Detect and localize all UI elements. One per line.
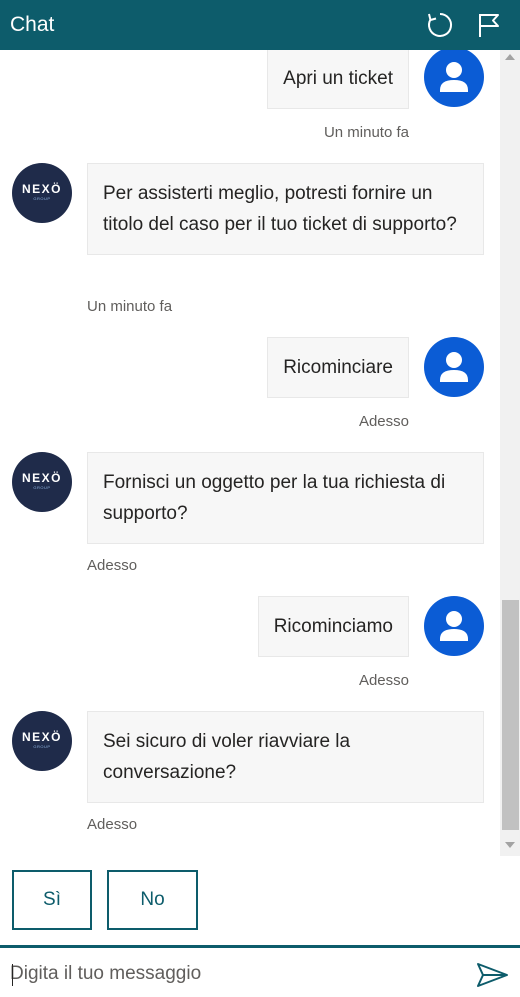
user-avatar bbox=[424, 596, 484, 656]
message-timestamp: Un minuto fa bbox=[323, 124, 409, 141]
message-timestamp: Adesso bbox=[87, 557, 138, 574]
bot-avatar-logo: NEXÖ bbox=[21, 471, 62, 485]
bot-avatar-sub: GROUP bbox=[33, 196, 51, 201]
bot-avatar: NEXÖ GROUP bbox=[12, 452, 72, 512]
scroll-up-arrow[interactable] bbox=[505, 54, 515, 60]
chat-transcript[interactable]: Apri un ticket Un minuto fa NEXÖ GROUP P… bbox=[0, 50, 500, 856]
refresh-icon[interactable] bbox=[424, 9, 456, 41]
scrollbar-thumb[interactable] bbox=[502, 600, 519, 830]
bot-message-bubble: Per assisterti meglio, potresti fornire … bbox=[87, 163, 484, 255]
person-icon bbox=[440, 352, 468, 382]
bot-avatar-logo: NEXÖ bbox=[21, 730, 62, 744]
person-icon bbox=[440, 62, 468, 92]
flag-icon[interactable] bbox=[473, 9, 505, 41]
person-icon bbox=[440, 611, 468, 641]
bot-avatar-sub: GROUP bbox=[33, 485, 51, 490]
bot-avatar-sub: GROUP bbox=[33, 744, 51, 749]
bot-avatar: NEXÖ GROUP bbox=[12, 163, 72, 223]
chat-title: Chat bbox=[10, 13, 55, 36]
bot-message-bubble: Fornisci un oggetto per la tua richiesta… bbox=[87, 452, 484, 544]
scroll-down-arrow[interactable] bbox=[505, 842, 515, 848]
user-avatar bbox=[424, 337, 484, 397]
suggested-actions: Sì No bbox=[0, 856, 520, 945]
bot-message-bubble: Sei sicuro di voler riavviare la convers… bbox=[87, 711, 484, 803]
message-timestamp: Adesso bbox=[358, 672, 409, 689]
bot-avatar-logo: NEXÖ bbox=[21, 182, 62, 196]
message-input[interactable] bbox=[10, 956, 460, 992]
send-icon[interactable] bbox=[474, 958, 512, 992]
text-caret bbox=[12, 964, 13, 986]
transcript-scrollbar[interactable] bbox=[500, 50, 520, 856]
bot-avatar: NEXÖ GROUP bbox=[12, 711, 72, 771]
user-message-bubble: Ricominciamo bbox=[257, 596, 409, 657]
message-timestamp: Un minuto fa bbox=[87, 298, 173, 315]
suggested-action-no[interactable]: No bbox=[107, 870, 198, 930]
message-timestamp: Adesso bbox=[358, 413, 409, 430]
send-box bbox=[0, 945, 520, 997]
message-timestamp: Adesso bbox=[87, 816, 138, 833]
user-message-bubble: Ricominciare bbox=[267, 337, 409, 398]
user-avatar bbox=[424, 50, 484, 107]
suggested-action-yes[interactable]: Sì bbox=[12, 870, 92, 930]
chat-header: Chat bbox=[0, 0, 520, 50]
user-message-bubble: Apri un ticket bbox=[267, 50, 409, 109]
